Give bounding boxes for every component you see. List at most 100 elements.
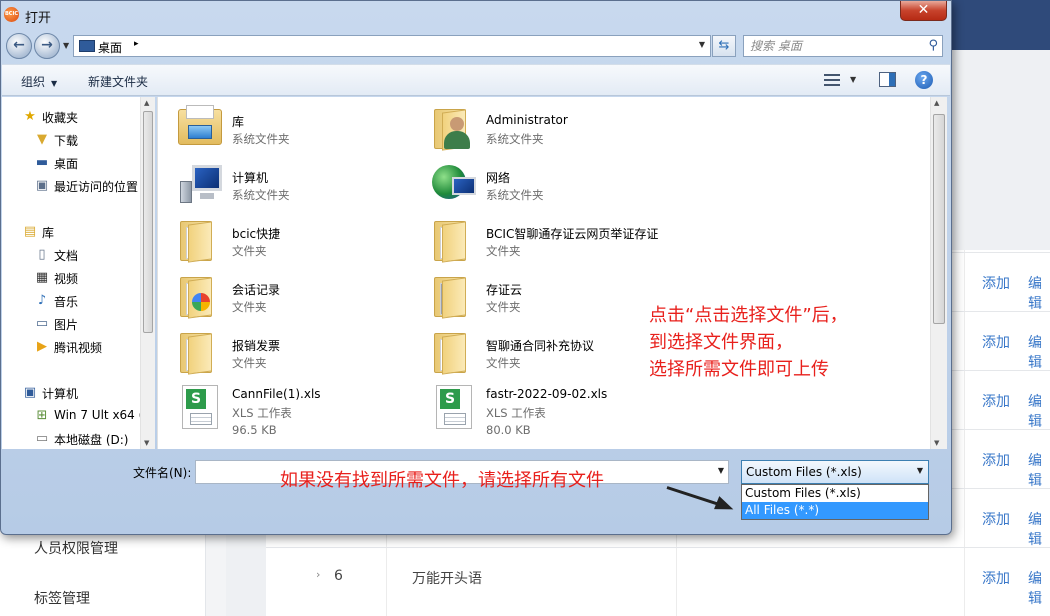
address-location[interactable]: 桌面 xyxy=(98,39,122,56)
add-link[interactable]: 添加 xyxy=(982,332,1010,352)
folder-icon xyxy=(176,327,224,375)
tencent-video-icon: ▶ xyxy=(37,339,47,354)
computer-icon: ▣ xyxy=(23,385,37,400)
title-bar[interactable]: BCIC 打开 ✕ xyxy=(1,1,951,29)
search-icon[interactable]: ⚲ xyxy=(928,38,938,53)
address-bar[interactable]: 桌面 ▸ ▼ xyxy=(73,35,711,57)
file-name: 存证云 xyxy=(486,283,523,297)
user-folder-icon xyxy=(430,103,478,151)
file-item-xls[interactable]: S CannFile(1).xls XLS 工作表 96.5 KB xyxy=(158,375,408,445)
app-logo-icon: BCIC xyxy=(4,7,19,22)
row-name: 万能开头语 xyxy=(412,571,482,587)
file-name: Administrator xyxy=(486,113,568,127)
xls-file-icon: S xyxy=(430,379,478,429)
help-icon[interactable]: ? xyxy=(915,71,933,89)
file-size: 80.0 KB xyxy=(486,423,531,437)
nav-scrollbar[interactable]: ▲ ▼ xyxy=(140,97,155,449)
expand-chevron-icon[interactable]: › xyxy=(316,568,320,581)
file-name: 计算机 xyxy=(232,171,269,185)
annotation-line-3: 选择所需文件即可上传 xyxy=(649,359,829,380)
filetype-option-all[interactable]: All Files (*.*) xyxy=(742,502,928,519)
add-link[interactable]: 添加 xyxy=(982,509,1010,529)
add-link[interactable]: 添加 xyxy=(982,450,1010,470)
file-name: 智聊通合同补充协议 xyxy=(486,339,595,353)
file-item-network[interactable]: 网络 系统文件夹 xyxy=(412,155,662,207)
scroll-down-icon[interactable]: ▼ xyxy=(934,439,939,447)
file-item-xls[interactable]: S fastr-2022-09-02.xls XLS 工作表 80.0 KB xyxy=(412,375,662,445)
view-options-icon[interactable] xyxy=(824,73,840,87)
edit-link[interactable]: 编辑 xyxy=(1028,509,1050,549)
file-name: bcic快捷 xyxy=(232,227,281,241)
preview-pane-icon[interactable] xyxy=(879,72,896,87)
filetype-option-custom[interactable]: Custom Files (*.xls) xyxy=(742,485,928,502)
computer-icon xyxy=(176,159,224,207)
forward-arrow-icon: → xyxy=(41,37,53,53)
folder-icon xyxy=(430,215,478,263)
file-name: 网络 xyxy=(486,171,511,185)
add-link[interactable]: 添加 xyxy=(982,391,1010,411)
close-button[interactable]: ✕ xyxy=(900,1,947,21)
filetype-select[interactable]: Custom Files (*.xls) ▼ xyxy=(741,460,929,484)
file-item-folder[interactable]: 智聊通合同补充协议 文件夹 xyxy=(412,323,662,375)
file-scrollbar[interactable]: ▲ ▼ xyxy=(930,97,947,449)
add-link[interactable]: 添加 xyxy=(982,568,1010,588)
annotation-line-2: 到选择文件界面， xyxy=(649,332,793,353)
file-type: 文件夹 xyxy=(486,300,521,314)
add-link[interactable]: 添加 xyxy=(982,273,1010,293)
sidebar-item-permissions[interactable]: 人员权限管理 xyxy=(34,538,118,558)
music-icon: ♪ xyxy=(37,293,47,308)
chevron-down-icon[interactable]: ▼ xyxy=(917,466,923,475)
scroll-up-icon[interactable]: ▲ xyxy=(934,99,939,107)
address-dropdown-icon[interactable]: ▼ xyxy=(699,40,705,49)
edit-link[interactable]: 编辑 xyxy=(1028,391,1050,431)
file-type: XLS 工作表 xyxy=(232,406,292,420)
search-input[interactable] xyxy=(750,38,920,54)
file-size: 96.5 KB xyxy=(232,423,277,437)
file-type: 文件夹 xyxy=(486,244,521,258)
file-name: BCIC智聊通存证云网页举证存证 xyxy=(486,227,659,241)
sidebar-item-tags[interactable]: 标签管理 xyxy=(34,588,90,608)
file-item-folder[interactable]: bcic快捷 文件夹 xyxy=(158,211,408,263)
edit-link[interactable]: 编辑 xyxy=(1028,273,1050,313)
scroll-up-icon[interactable]: ▲ xyxy=(144,99,149,107)
recent-pages-chevron-icon[interactable]: ▼ xyxy=(63,41,69,50)
file-name: CannFile(1).xls xyxy=(232,387,321,401)
file-type: 系统文件夹 xyxy=(232,188,290,202)
edit-link[interactable]: 编辑 xyxy=(1028,332,1050,372)
edit-link[interactable]: 编辑 xyxy=(1028,568,1050,608)
file-item-folder[interactable]: 报销发票 文件夹 xyxy=(158,323,408,375)
nav-scroll-thumb[interactable] xyxy=(143,111,153,333)
search-box[interactable]: ⚲ xyxy=(743,35,943,57)
file-name: 库 xyxy=(232,115,245,129)
file-type: 系统文件夹 xyxy=(486,188,544,202)
file-item-folder[interactable]: 会话记录 文件夹 xyxy=(158,267,408,319)
new-folder-button[interactable]: 新建文件夹 xyxy=(88,73,148,90)
file-item-folder[interactable]: BCIC智聊通存证云网页举证存证 文件夹 xyxy=(412,211,662,263)
refresh-button[interactable]: ⇆ xyxy=(712,35,736,57)
back-button[interactable]: ← xyxy=(6,33,32,59)
forward-button[interactable]: → xyxy=(34,33,60,59)
view-dropdown-icon[interactable]: ▼ xyxy=(850,75,856,84)
filename-dropdown-icon[interactable]: ▼ xyxy=(718,466,724,475)
file-type: 文件夹 xyxy=(486,356,521,370)
open-file-dialog: BCIC 打开 ✕ ← → ▼ 桌面 ▸ ▼ ⇆ ⚲ 组织▼ 新建文件夹 ▼ ?… xyxy=(0,0,952,535)
toolbar: 组织 ▼ 新建文件夹 ▼ ? xyxy=(2,64,950,96)
library-icon xyxy=(176,103,224,151)
file-item-libraries[interactable]: 库 系统文件夹 xyxy=(158,99,408,151)
network-icon xyxy=(430,159,478,207)
file-scroll-thumb[interactable] xyxy=(933,114,945,324)
scroll-down-icon[interactable]: ▼ xyxy=(144,439,149,447)
file-type: 文件夹 xyxy=(232,356,267,370)
file-type: 文件夹 xyxy=(232,244,267,258)
desktop-icon xyxy=(79,40,95,52)
edit-link[interactable]: 编辑 xyxy=(1028,450,1050,490)
filename-label: 文件名(N): xyxy=(133,466,192,480)
refresh-icon: ⇆ xyxy=(718,38,730,53)
file-item-folder[interactable]: 存证云 文件夹 xyxy=(412,267,662,319)
filetype-selected: Custom Files (*.xls) xyxy=(746,465,862,479)
file-name: 报销发票 xyxy=(232,339,281,353)
file-item-computer[interactable]: 计算机 系统文件夹 xyxy=(158,155,408,207)
breadcrumb-chevron-icon[interactable]: ▸ xyxy=(134,39,139,49)
organize-menu[interactable]: 组织 ▼ xyxy=(21,73,57,90)
file-item-administrator[interactable]: Administrator 系统文件夹 xyxy=(412,99,662,151)
